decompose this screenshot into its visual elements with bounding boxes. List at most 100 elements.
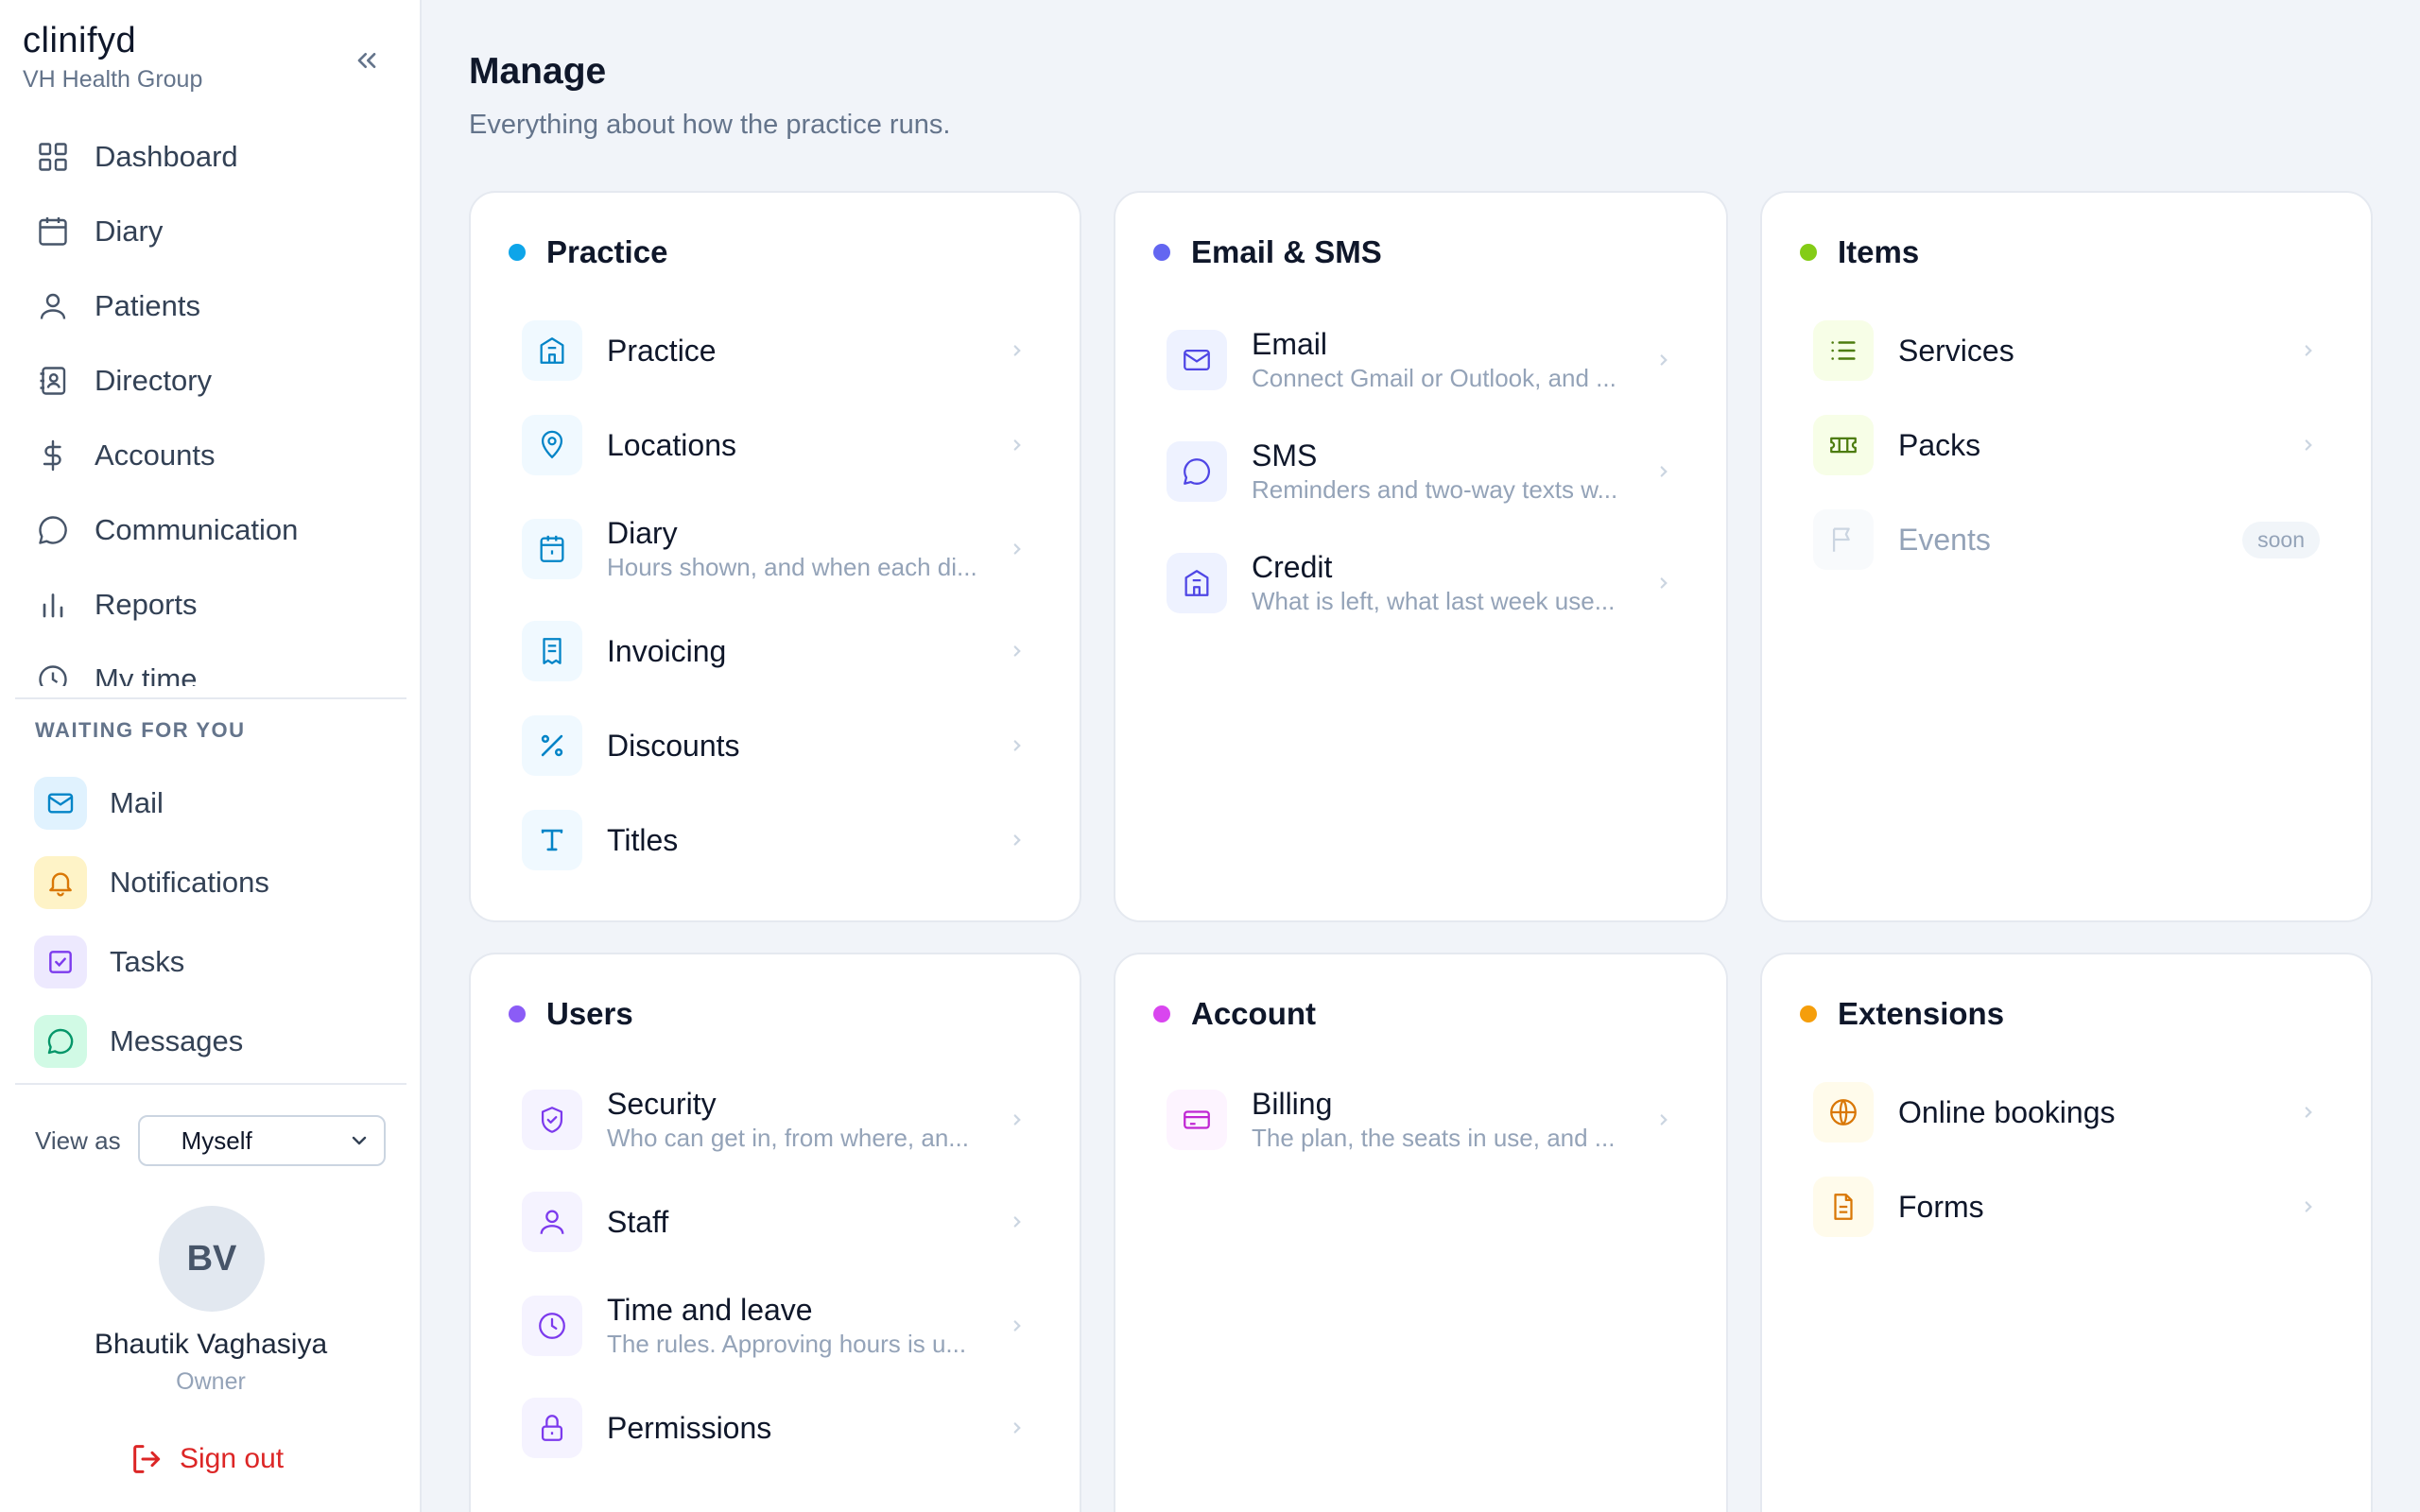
- settings-row-sms[interactable]: SMS Reminders and two-way texts w...: [1167, 429, 1675, 514]
- text-icon: [522, 810, 582, 870]
- settings-row-email[interactable]: Email Connect Gmail or Outlook, and ...: [1167, 318, 1675, 403]
- settings-row-packs[interactable]: Packs: [1813, 403, 2320, 488]
- chevron-right-icon: [2297, 1198, 2320, 1215]
- credit-card-icon: [1167, 1090, 1227, 1150]
- flag-icon: [1813, 509, 1874, 570]
- view-as: View as Myself: [35, 1115, 386, 1166]
- nav-item-patients[interactable]: Patients: [19, 268, 406, 343]
- avatar[interactable]: BV: [159, 1206, 265, 1312]
- document-icon: [1813, 1177, 1874, 1237]
- row-description: The rules. Approving hours is u...: [607, 1330, 967, 1358]
- waiting-item-mail[interactable]: Mail: [34, 764, 393, 843]
- settings-row-practice[interactable]: Practice: [522, 308, 1028, 393]
- collapse-sidebar-button[interactable]: [348, 42, 386, 79]
- user-name: Bhautik Vaghasiya: [94, 1329, 328, 1360]
- percent-icon: [522, 715, 582, 776]
- card-dot: [1153, 1005, 1170, 1022]
- sign-out-button[interactable]: Sign out: [129, 1440, 284, 1478]
- building-icon: [522, 320, 582, 381]
- chevron-right-icon: [1652, 463, 1675, 480]
- chevron-right-icon: [1006, 832, 1028, 849]
- card-header: Extensions: [1800, 996, 2004, 1032]
- nav-item-label: Patients: [95, 288, 201, 322]
- settings-row-time-and-leave[interactable]: Time and leave The rules. Approving hour…: [522, 1283, 1028, 1368]
- settings-row-locations[interactable]: Locations: [522, 403, 1028, 488]
- brand-logo[interactable]: clinifyd: [23, 21, 202, 60]
- row-title: Permissions: [607, 1411, 772, 1445]
- nav-item-my-time[interactable]: My time: [19, 642, 406, 686]
- waiting-item-tasks[interactable]: Tasks: [34, 922, 393, 1002]
- nav-item-label: Diary: [95, 214, 164, 248]
- nav-item-label: Dashboard: [95, 139, 238, 173]
- card-dot: [509, 244, 526, 261]
- chevron-right-icon: [1006, 342, 1028, 359]
- nav-item-diary[interactable]: Diary: [19, 194, 406, 268]
- organization-name: VH Health Group: [23, 66, 203, 93]
- extensions-card: Extensions Online bookings Forms: [1760, 953, 2373, 1512]
- row-description: Connect Gmail or Outlook, and ...: [1252, 364, 1616, 392]
- page-title: Manage: [469, 51, 607, 92]
- settings-row-discounts[interactable]: Discounts: [522, 703, 1028, 788]
- waiting-item-label: Notifications: [110, 866, 269, 899]
- main-navigation: Dashboard Diary Patients Directory Accou…: [19, 119, 406, 686]
- nav-item-label: Reports: [95, 587, 198, 621]
- waiting-list: Mail Notifications Tasks Messages: [34, 764, 393, 1081]
- card-dot: [509, 1005, 526, 1022]
- settings-row-staff[interactable]: Staff: [522, 1179, 1028, 1264]
- lock-icon: [522, 1398, 582, 1458]
- row-description: Hours shown, and when each di...: [607, 553, 977, 581]
- settings-row-forms[interactable]: Forms: [1813, 1164, 2320, 1249]
- nav-item-label: My time: [95, 662, 198, 687]
- nav-item-directory[interactable]: Directory: [19, 343, 406, 418]
- row-title: Services: [1898, 334, 2014, 368]
- shield-icon: [522, 1090, 582, 1150]
- view-as-select[interactable]: Myself: [137, 1115, 386, 1166]
- settings-row-services[interactable]: Services: [1813, 308, 2320, 393]
- dollar-icon: [34, 437, 72, 474]
- settings-row-online-bookings[interactable]: Online bookings: [1813, 1070, 2320, 1155]
- card-dot: [1800, 244, 1817, 261]
- nav-item-reports[interactable]: Reports: [19, 567, 406, 642]
- settings-row-titles[interactable]: Titles: [522, 798, 1028, 883]
- card-title: Practice: [546, 234, 668, 269]
- card-title: Items: [1838, 234, 1920, 269]
- settings-row-credit[interactable]: Credit What is left, what last week use.…: [1167, 541, 1675, 626]
- row-title: Practice: [607, 334, 717, 368]
- waiting-item-notifications[interactable]: Notifications: [34, 843, 393, 922]
- nav-item-dashboard[interactable]: Dashboard: [19, 119, 406, 194]
- row-title: Diary: [607, 516, 678, 550]
- sidebar: clinifyd VH Health Group Dashboard Diary…: [0, 0, 422, 1512]
- user-icon: [522, 1192, 582, 1252]
- brand: clinifyd VH Health Group: [23, 21, 202, 94]
- row-description: Who can get in, from where, an...: [607, 1124, 969, 1152]
- user-role: Owner: [176, 1368, 246, 1395]
- settings-row-security[interactable]: Security Who can get in, from where, an.…: [522, 1077, 1028, 1162]
- items-card: Items Services Packs Events soon: [1760, 191, 2373, 922]
- row-title: Locations: [607, 428, 736, 462]
- user-icon: [34, 287, 72, 325]
- settings-row-diary[interactable]: Diary Hours shown, and when each di...: [522, 507, 1028, 592]
- calendar-icon: [522, 519, 582, 579]
- map-pin-icon: [522, 415, 582, 475]
- chevron-right-icon: [1652, 575, 1675, 592]
- waiting-item-label: Messages: [110, 1024, 244, 1057]
- building-icon: [1167, 553, 1227, 613]
- chat-bubble-icon: [34, 511, 72, 549]
- double-chevron-left-icon: [357, 52, 376, 68]
- settings-row-billing[interactable]: Billing The plan, the seats in use, and …: [1167, 1077, 1675, 1162]
- checkbox-icon: [34, 936, 87, 988]
- waiting-item-messages[interactable]: Messages: [34, 1002, 393, 1081]
- practice-card: Practice Practice Locations Diary Hours …: [469, 191, 1081, 922]
- divider: [15, 1083, 406, 1085]
- nav-item-accounts[interactable]: Accounts: [19, 418, 406, 492]
- clock-icon: [34, 661, 72, 686]
- view-as-value: Myself: [181, 1125, 252, 1155]
- nav-item-label: Directory: [95, 363, 213, 397]
- nav-item-communication[interactable]: Communication: [19, 492, 406, 567]
- page-subtitle: Everything about how the practice runs.: [469, 110, 951, 140]
- settings-row-invoicing[interactable]: Invoicing: [522, 609, 1028, 694]
- settings-row-permissions[interactable]: Permissions: [522, 1385, 1028, 1470]
- clock-icon: [522, 1296, 582, 1356]
- card-header: Items: [1800, 234, 1919, 270]
- row-title: Discounts: [607, 729, 740, 763]
